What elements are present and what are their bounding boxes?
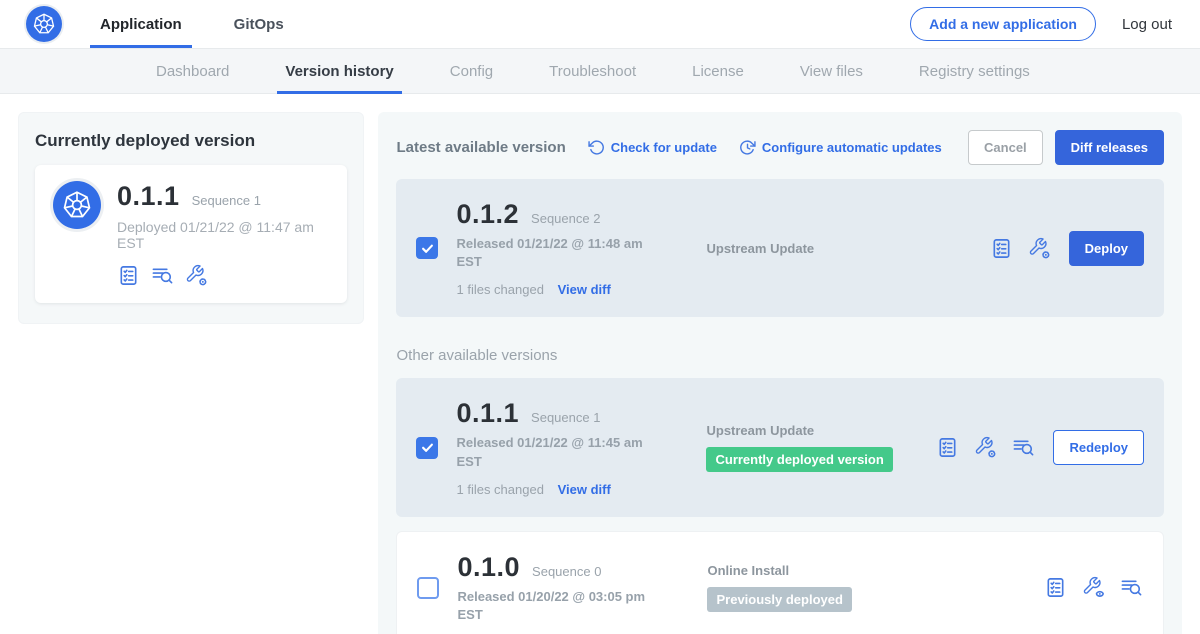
view-diff-link[interactable]: View diff bbox=[558, 282, 611, 297]
files-changed-label: 1 files changed bbox=[456, 282, 543, 297]
latest-version-header: Latest available version Check for updat… bbox=[396, 130, 1164, 165]
checkmark-icon bbox=[420, 440, 435, 455]
files-changed-label: 1 files changed bbox=[456, 482, 543, 497]
deploy-button[interactable]: Deploy bbox=[1069, 231, 1144, 266]
version-source: Online Install Previously deployed bbox=[707, 563, 937, 612]
deployed-panel-title: Currently deployed version bbox=[35, 131, 347, 151]
version-row-0-1-0: 0.1.0 Sequence 0 Released 01/20/22 @ 03:… bbox=[396, 531, 1164, 634]
sequence-label: Sequence 2 bbox=[531, 211, 600, 226]
currently-deployed-panel: Currently deployed version 0.1.1 Sequenc… bbox=[18, 112, 364, 324]
version-source: Upstream Update Currently deployed versi… bbox=[706, 423, 936, 472]
auto-update-clock-icon bbox=[739, 139, 756, 156]
view-diff-link[interactable]: View diff bbox=[558, 482, 611, 497]
redeploy-button[interactable]: Redeploy bbox=[1053, 430, 1144, 465]
app-sub-nav: Dashboard Version history Config Trouble… bbox=[0, 48, 1200, 94]
subtab-config[interactable]: Config bbox=[434, 49, 509, 93]
main-content: Currently deployed version 0.1.1 Sequenc… bbox=[0, 94, 1200, 634]
subtab-troubleshoot[interactable]: Troubleshoot bbox=[533, 49, 652, 93]
row-icons bbox=[990, 237, 1051, 260]
cancel-button[interactable]: Cancel bbox=[968, 130, 1043, 165]
preflight-checks-icon[interactable] bbox=[990, 237, 1013, 260]
diff-releases-button[interactable]: Diff releases bbox=[1055, 130, 1164, 165]
subtab-registry-settings[interactable]: Registry settings bbox=[903, 49, 1046, 93]
top-nav: Application GitOps Add a new application… bbox=[0, 0, 1200, 48]
checkmark-icon bbox=[420, 241, 435, 256]
previously-deployed-badge: Previously deployed bbox=[707, 587, 851, 612]
check-for-update-label: Check for update bbox=[611, 140, 717, 155]
subtab-version-history[interactable]: Version history bbox=[269, 49, 409, 93]
sequence-label: Sequence 0 bbox=[532, 564, 601, 579]
preflight-checks-icon[interactable] bbox=[936, 436, 959, 459]
released-timestamp: Released 01/21/22 @ 11:48 am EST bbox=[456, 235, 661, 271]
source-label: Upstream Update bbox=[706, 423, 936, 438]
add-new-application-button[interactable]: Add a new application bbox=[910, 7, 1096, 41]
edit-config-icon[interactable] bbox=[185, 264, 208, 287]
preflight-checks-icon[interactable] bbox=[117, 264, 140, 287]
row-icons bbox=[936, 436, 1035, 459]
logout-button[interactable]: Log out bbox=[1122, 16, 1172, 33]
subtab-view-files[interactable]: View files bbox=[784, 49, 879, 93]
released-timestamp: Released 01/20/22 @ 03:05 pm EST bbox=[457, 588, 662, 624]
kubernetes-logo-icon bbox=[26, 6, 62, 42]
released-timestamp: Released 01/21/22 @ 11:45 am EST bbox=[456, 434, 661, 470]
version-row-0-1-1: 0.1.1 Sequence 1 Released 01/21/22 @ 11:… bbox=[396, 378, 1164, 516]
version-source: Upstream Update bbox=[706, 241, 936, 256]
deployed-version-card: 0.1.1 Sequence 1 Deployed 01/21/22 @ 11:… bbox=[35, 165, 347, 303]
version-number: 0.1.0 bbox=[457, 552, 520, 583]
row-icons bbox=[1044, 576, 1143, 599]
latest-version-title: Latest available version bbox=[396, 139, 565, 156]
version-number: 0.1.1 bbox=[456, 398, 519, 429]
tab-application[interactable]: Application bbox=[96, 0, 186, 48]
deployed-sequence-label: Sequence 1 bbox=[192, 193, 261, 208]
version-row-0-1-2: 0.1.2 Sequence 2 Released 01/21/22 @ 11:… bbox=[396, 179, 1164, 317]
view-config-icon[interactable] bbox=[1082, 576, 1105, 599]
subtab-license[interactable]: License bbox=[676, 49, 760, 93]
source-label: Upstream Update bbox=[706, 241, 936, 256]
edit-config-icon[interactable] bbox=[974, 436, 997, 459]
deployed-timestamp: Deployed 01/21/22 @ 11:47 am EST bbox=[117, 219, 329, 251]
subtab-dashboard[interactable]: Dashboard bbox=[140, 49, 245, 93]
configure-automatic-updates-label: Configure automatic updates bbox=[762, 140, 942, 155]
check-for-update-link[interactable]: Check for update bbox=[588, 139, 717, 156]
version-number: 0.1.2 bbox=[456, 199, 519, 230]
available-versions-panel: Latest available version Check for updat… bbox=[378, 112, 1182, 634]
deployed-version-number: 0.1.1 bbox=[117, 181, 180, 212]
version-checkbox[interactable] bbox=[416, 437, 438, 459]
version-info: 0.1.1 Sequence 1 Released 01/21/22 @ 11:… bbox=[456, 398, 674, 496]
currently-deployed-badge: Currently deployed version bbox=[706, 447, 892, 472]
sequence-label: Sequence 1 bbox=[531, 410, 600, 425]
preflight-checks-icon[interactable] bbox=[1044, 576, 1067, 599]
version-info: 0.1.2 Sequence 2 Released 01/21/22 @ 11:… bbox=[456, 199, 674, 297]
tab-gitops[interactable]: GitOps bbox=[230, 0, 288, 48]
refresh-icon bbox=[588, 139, 605, 156]
version-checkbox[interactable] bbox=[416, 237, 438, 259]
source-label: Online Install bbox=[707, 563, 937, 578]
version-checkbox[interactable] bbox=[417, 577, 439, 599]
deploy-logs-icon[interactable] bbox=[1120, 576, 1143, 599]
deploy-logs-icon[interactable] bbox=[1012, 436, 1035, 459]
other-versions-title: Other available versions bbox=[396, 347, 1164, 364]
configure-automatic-updates-link[interactable]: Configure automatic updates bbox=[739, 139, 942, 156]
kubernetes-app-icon bbox=[53, 181, 101, 229]
deploy-logs-icon[interactable] bbox=[151, 264, 174, 287]
version-info: 0.1.0 Sequence 0 Released 01/20/22 @ 03:… bbox=[457, 552, 675, 624]
edit-config-icon[interactable] bbox=[1028, 237, 1051, 260]
